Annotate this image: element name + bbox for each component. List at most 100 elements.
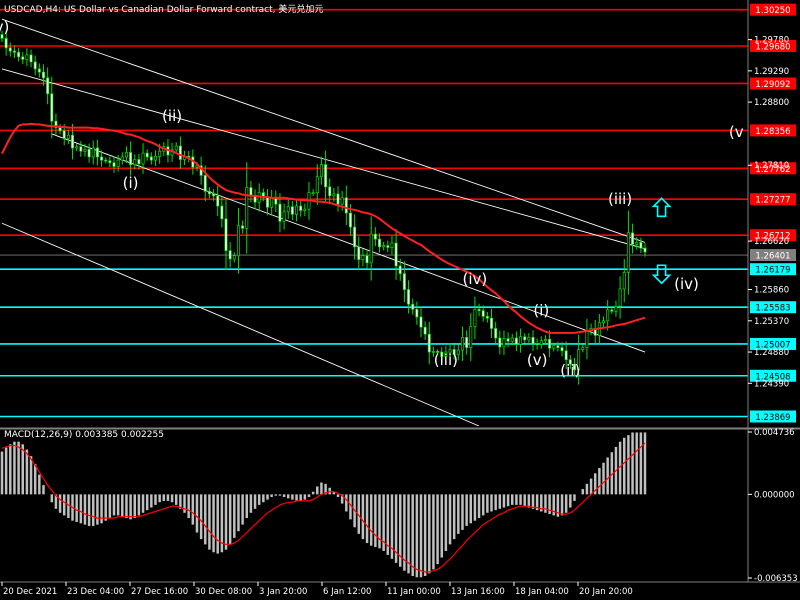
candle-body (145, 152, 149, 158)
candle-body (71, 134, 75, 149)
candle-body (353, 226, 357, 248)
wave-label: v) (0, 18, 9, 36)
candle-body (618, 288, 622, 307)
candle-body (465, 337, 469, 348)
candle-body (241, 225, 245, 229)
candle-body (266, 196, 269, 208)
candle-body (639, 242, 643, 249)
candle-body (133, 159, 137, 165)
resistance-level-label: 1.28356 (755, 127, 790, 137)
candle-body (21, 56, 25, 60)
candle-body (212, 193, 216, 197)
candle-body (290, 206, 294, 215)
candle-body (419, 316, 423, 328)
candle-body (83, 148, 87, 152)
candle-body (415, 308, 419, 318)
candle-body (249, 187, 253, 197)
candle-body (328, 186, 332, 197)
candle-body (87, 148, 91, 158)
candle-body (535, 343, 539, 346)
candle-body (643, 247, 647, 253)
candle-body (112, 162, 116, 167)
time-tick-label: 30 Dec 08:00 (195, 587, 252, 597)
candle-body (552, 345, 556, 349)
candle-body (519, 336, 523, 345)
time-tick-label: 23 Dec 04:00 (67, 587, 124, 597)
candle-body (104, 159, 108, 162)
wave-label: (ii) (560, 362, 580, 380)
candle-body (481, 310, 485, 317)
macd-header: MACD(12,26,9) 0.003385 0.002255 (4, 430, 164, 440)
candle-body (129, 152, 133, 165)
current-price-label: 1.26401 (755, 252, 790, 262)
candle-body (626, 232, 630, 273)
wave-label: (v) (527, 351, 548, 369)
candle-body (514, 337, 518, 345)
candle-body (340, 197, 344, 205)
support-level-label: 1.25583 (755, 304, 790, 314)
candle-body (602, 320, 606, 324)
candle-body (100, 156, 104, 161)
candle-body (510, 337, 514, 342)
candle-body (141, 152, 145, 165)
candle-body (8, 47, 12, 52)
time-tick-label: 18 Jan 04:00 (515, 587, 569, 597)
candle-body (120, 156, 124, 161)
candle-body (543, 338, 547, 341)
wave-label: (i) (533, 302, 549, 320)
support-level-label: 1.26179 (755, 266, 790, 276)
candle-body (398, 265, 402, 274)
candle-body (149, 156, 153, 161)
candle-body (378, 238, 381, 248)
candle-body (631, 232, 635, 245)
candle-body (41, 71, 45, 79)
candle-body (485, 315, 489, 319)
candle-body (4, 37, 8, 49)
candle-body (539, 340, 543, 345)
candle-body (344, 197, 348, 214)
wave-label: (i) (123, 174, 139, 192)
candle-body (635, 242, 639, 245)
candle-body (473, 308, 477, 327)
candle-body (203, 175, 207, 192)
candle-body (460, 337, 464, 351)
support-level-label: 1.23869 (755, 413, 790, 423)
candle-body (29, 54, 33, 63)
candle-body (606, 309, 610, 322)
candle-body (527, 337, 531, 341)
candle-body (270, 198, 274, 208)
time-tick-label: 13 Jan 16:00 (451, 587, 505, 597)
candle-body (232, 255, 236, 260)
candle-body (178, 145, 182, 160)
time-tick-label: 11 Jan 00:00 (387, 587, 441, 597)
candle-body (58, 127, 62, 132)
candle-body (394, 242, 398, 267)
candle-body (311, 192, 315, 194)
candle-body (62, 130, 66, 139)
candle-body (224, 218, 228, 252)
candle-body (423, 326, 427, 335)
candle-body (336, 193, 340, 205)
candle-body (228, 250, 232, 260)
candle-body (332, 193, 336, 197)
candle-body (116, 159, 120, 167)
candle-body (581, 347, 585, 350)
candle-body (66, 134, 70, 139)
candle-body (12, 50, 16, 53)
candle-body (79, 146, 83, 152)
price-tick-label: 1.29290 (754, 67, 789, 77)
candle-body (108, 160, 112, 164)
resistance-level-label: 1.27277 (755, 196, 790, 206)
candle-body (124, 152, 128, 158)
candle-body (207, 191, 211, 195)
candle-body (216, 195, 220, 207)
resistance-level-label: 1.30250 (755, 6, 790, 16)
candle-body (348, 212, 352, 228)
wave-label: (iv) (674, 275, 699, 293)
price-tick-label: 1.25860 (754, 286, 789, 296)
candle-body (369, 233, 373, 264)
time-tick-label: 6 Jan 12:00 (323, 587, 371, 597)
candle-body (585, 330, 589, 348)
candle-body (91, 147, 95, 158)
candle-body (477, 308, 481, 311)
